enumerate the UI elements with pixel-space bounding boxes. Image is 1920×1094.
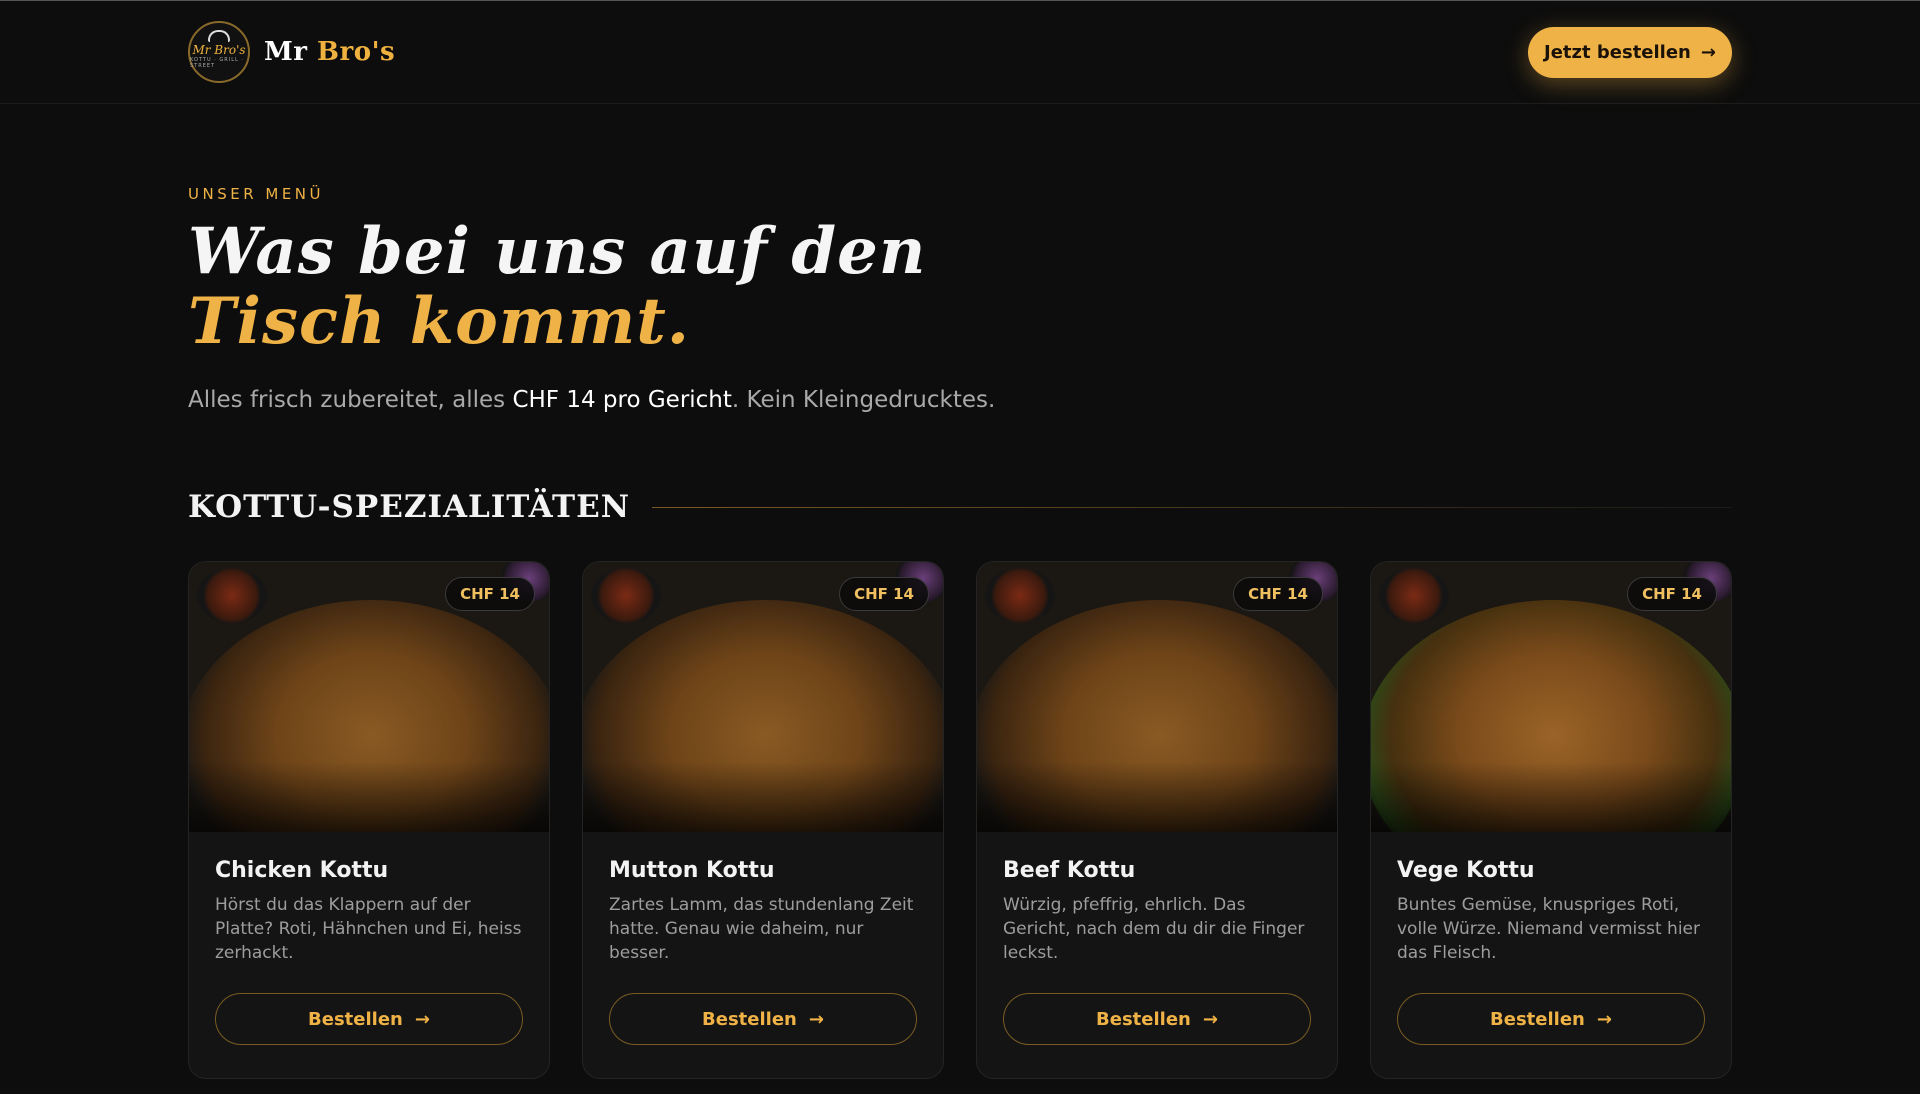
lead-price: CHF 14 pro Gericht xyxy=(512,387,732,413)
order-button[interactable]: Bestellen → xyxy=(1003,993,1311,1045)
image-shade xyxy=(583,762,943,832)
menu-card-vege-kottu: CHF 14 Vege Kottu Buntes Gemüse, knuspri… xyxy=(1370,561,1732,1079)
sauce-bowl-graphic xyxy=(985,568,1055,623)
arrow-right-icon: → xyxy=(1596,1008,1612,1030)
order-button[interactable]: Bestellen → xyxy=(215,993,523,1045)
section-heading: KOTTU-SPEZIALITÄTEN xyxy=(188,489,1732,525)
order-button-label: Bestellen xyxy=(1096,1008,1191,1030)
section-title: KOTTU-SPEZIALITÄTEN xyxy=(188,489,631,525)
dish-name: Chicken Kottu xyxy=(215,858,389,883)
arrow-right-icon: → xyxy=(808,1008,824,1030)
order-now-button[interactable]: Jetzt bestellen → xyxy=(1528,26,1732,78)
page-title: Was bei uns auf den Tisch kommt. xyxy=(188,217,948,357)
order-button-label: Bestellen xyxy=(308,1008,403,1030)
price-badge: CHF 14 xyxy=(839,577,929,611)
arrow-right-icon: → xyxy=(414,1008,430,1030)
page-title-highlight: Tisch kommt. xyxy=(188,284,691,359)
dish-image: CHF 14 xyxy=(977,562,1337,832)
page-title-plain: Was bei uns auf den xyxy=(188,214,927,289)
order-button-label: Bestellen xyxy=(1490,1008,1585,1030)
image-shade xyxy=(189,762,549,832)
dish-description: Würzig, pfeffrig, ehrlich. Das Gericht, … xyxy=(1003,895,1305,963)
image-shade xyxy=(977,762,1337,832)
menu-card-chicken-kottu: CHF 14 Chicken Kottu Hörst du das Klappe… xyxy=(188,561,550,1079)
brand-name-second: Bro's xyxy=(317,37,396,67)
order-button-label: Bestellen xyxy=(702,1008,797,1030)
arrow-right-icon: → xyxy=(1202,1008,1218,1030)
sauce-bowl-graphic xyxy=(197,568,267,623)
chef-hat-icon xyxy=(208,30,230,42)
dish-name: Beef Kottu xyxy=(1003,858,1136,883)
logo-text: Mr Bro's xyxy=(192,43,246,57)
card-body: Beef Kottu Würzig, pfeffrig, ehrlich. Da… xyxy=(977,832,1337,1045)
brand-name-first: Mr xyxy=(264,37,308,67)
page-lead: Alles frisch zubereitet, alles CHF 14 pr… xyxy=(188,387,1732,413)
dish-image: CHF 14 xyxy=(583,562,943,832)
card-body: Chicken Kottu Hörst du das Klappern auf … xyxy=(189,832,549,1045)
order-button[interactable]: Bestellen → xyxy=(609,993,917,1045)
dish-image: CHF 14 xyxy=(189,562,549,832)
image-shade xyxy=(1371,762,1731,832)
price-badge: CHF 14 xyxy=(1627,577,1717,611)
menu-card-beef-kottu: CHF 14 Beef Kottu Würzig, pfeffrig, ehrl… xyxy=(976,561,1338,1079)
menu-grid: CHF 14 Chicken Kottu Hörst du das Klappe… xyxy=(188,561,1732,1079)
order-now-label: Jetzt bestellen xyxy=(1544,41,1691,63)
dish-name: Vege Kottu xyxy=(1397,858,1535,883)
brand-name: Mr Bro's xyxy=(264,37,395,67)
order-button[interactable]: Bestellen → xyxy=(1397,993,1705,1045)
lead-after: . Kein Kleingedrucktes. xyxy=(731,387,996,413)
dish-description: Buntes Gemüse, knuspriges Roti, volle Wü… xyxy=(1397,895,1700,963)
site-header: Mr Bro's KOTTU · GRILL · STREET Mr Bro's… xyxy=(0,1,1920,104)
arrow-right-icon: → xyxy=(1700,41,1716,63)
dish-description: Hörst du das Klappern auf der Platte? Ro… xyxy=(215,895,522,963)
dish-name: Mutton Kottu xyxy=(609,858,775,883)
menu-card-mutton-kottu: CHF 14 Mutton Kottu Zartes Lamm, das stu… xyxy=(582,561,944,1079)
dish-image: CHF 14 xyxy=(1371,562,1731,832)
brand[interactable]: Mr Bro's KOTTU · GRILL · STREET Mr Bro's xyxy=(188,21,395,83)
section-divider xyxy=(652,506,1732,508)
price-badge: CHF 14 xyxy=(445,577,535,611)
price-badge: CHF 14 xyxy=(1233,577,1323,611)
lead-before: Alles frisch zubereitet, alles xyxy=(188,387,513,413)
menu-page: UNSER MENÜ Was bei uns auf den Tisch kom… xyxy=(0,185,1920,1079)
sauce-bowl-graphic xyxy=(591,568,661,623)
dish-description: Zartes Lamm, das stundenlang Zeit hatte.… xyxy=(609,895,914,963)
logo-subtext: KOTTU · GRILL · STREET xyxy=(190,57,244,69)
logo[interactable]: Mr Bro's KOTTU · GRILL · STREET xyxy=(188,21,250,83)
section-eyebrow: UNSER MENÜ xyxy=(188,185,325,203)
sauce-bowl-graphic xyxy=(1379,568,1449,623)
card-body: Mutton Kottu Zartes Lamm, das stundenlan… xyxy=(583,832,943,1045)
card-body: Vege Kottu Buntes Gemüse, knuspriges Rot… xyxy=(1371,832,1731,1045)
